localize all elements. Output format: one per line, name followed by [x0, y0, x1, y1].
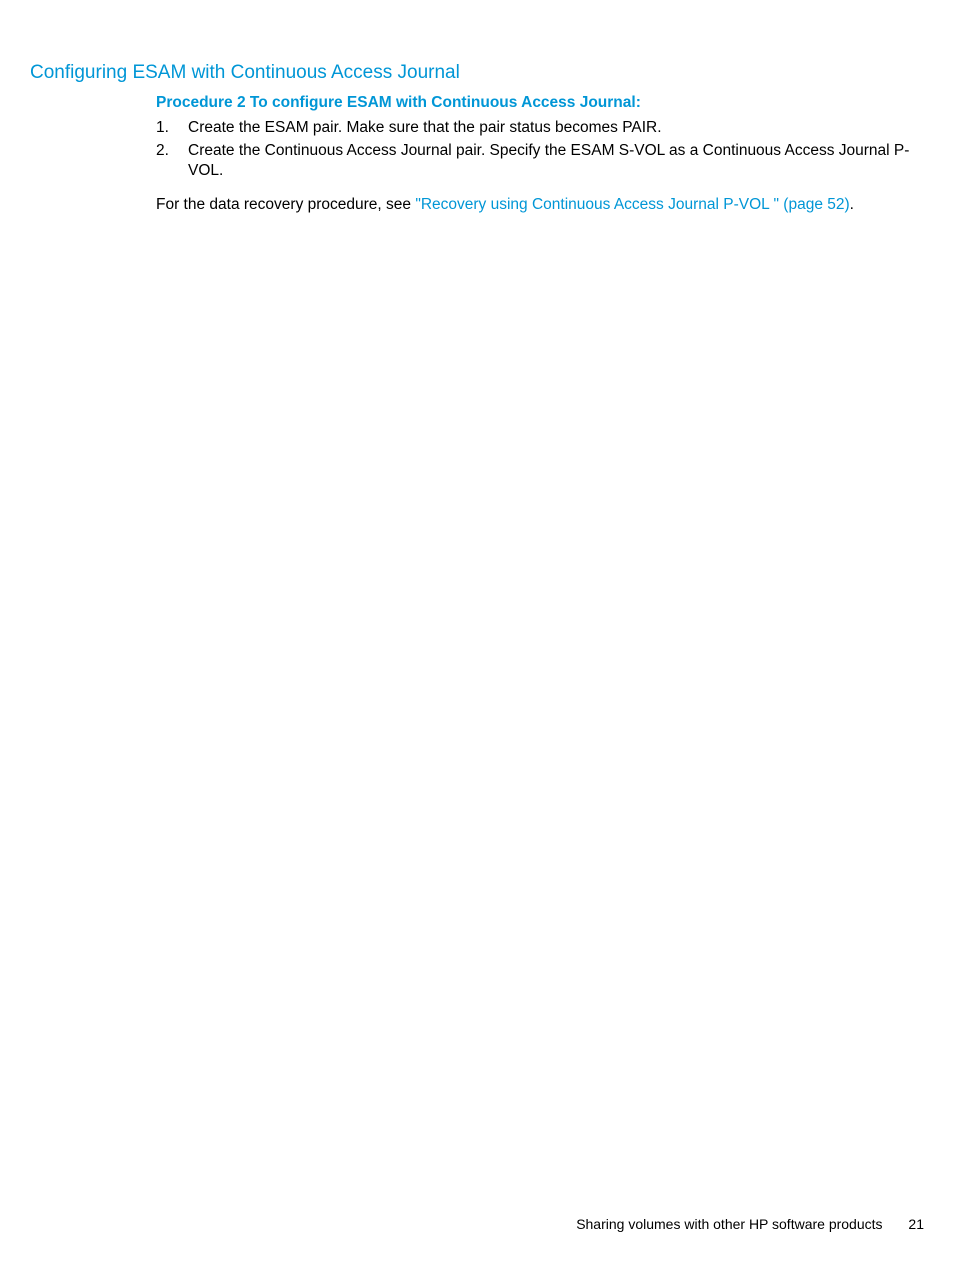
- footer-title: Sharing volumes with other HP software p…: [576, 1216, 882, 1232]
- page-content: Configuring ESAM with Continuous Access …: [0, 0, 954, 216]
- list-item: 2. Create the Continuous Access Journal …: [156, 141, 924, 181]
- list-text: Create the ESAM pair. Make sure that the…: [188, 118, 924, 138]
- paragraph-prefix: For the data recovery procedure, see: [156, 196, 415, 213]
- procedure-title: Procedure 2 To configure ESAM with Conti…: [156, 94, 924, 112]
- page-footer: Sharing volumes with other HP software p…: [576, 1216, 924, 1232]
- section-heading: Configuring ESAM with Continuous Access …: [30, 62, 924, 84]
- page-number: 21: [908, 1216, 924, 1232]
- procedure-steps: 1. Create the ESAM pair. Make sure that …: [156, 118, 924, 181]
- list-number: 1.: [156, 118, 188, 138]
- list-text: Create the Continuous Access Journal pai…: [188, 141, 924, 181]
- paragraph-suffix: .: [850, 196, 854, 213]
- list-item: 1. Create the ESAM pair. Make sure that …: [156, 118, 924, 138]
- recovery-link[interactable]: "Recovery using Continuous Access Journa…: [415, 196, 849, 213]
- list-number: 2.: [156, 141, 188, 181]
- recovery-paragraph: For the data recovery procedure, see "Re…: [156, 195, 924, 215]
